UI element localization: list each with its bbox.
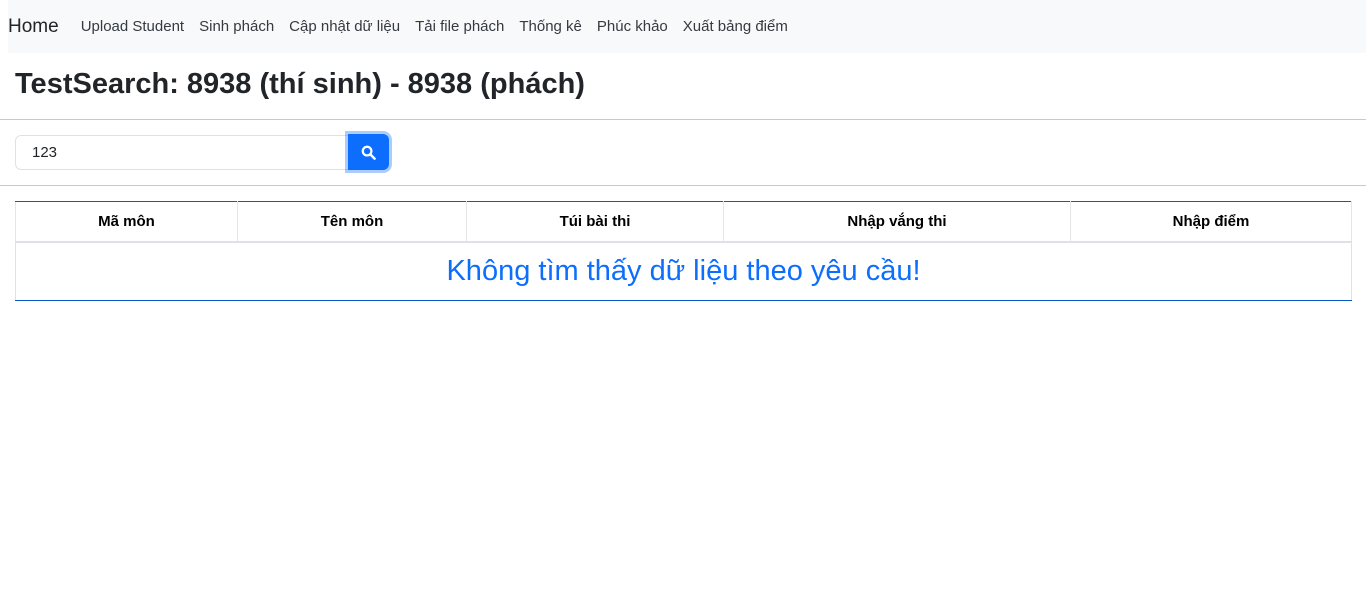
nav-link-thong-ke[interactable]: Thống kê (519, 18, 582, 35)
nav-link-xuat-bang-diem[interactable]: Xuất bảng điểm (683, 18, 788, 35)
column-header-nhap-diem: Nhập điểm (1070, 201, 1352, 243)
table-header-row: Mã môn Tên môn Túi bài thi Nhập vắng thi… (15, 201, 1352, 243)
nav-link-upload-student[interactable]: Upload Student (81, 18, 184, 35)
nav-link-phuc-khao[interactable]: Phúc khảo (597, 18, 668, 35)
column-header-nhap-vang-thi: Nhập vắng thi (723, 201, 1071, 243)
column-header-tui-bai-thi: Túi bài thi (466, 201, 724, 243)
subjects-table-container: Mã môn Tên môn Túi bài thi Nhập vắng thi… (15, 201, 1352, 301)
search-icon (361, 145, 376, 160)
column-header-ten-mon: Tên môn (237, 201, 467, 243)
empty-message: Không tìm thấy dữ liệu theo yêu cầu! (15, 242, 1352, 301)
divider (0, 185, 1366, 186)
search-group (15, 134, 389, 170)
home-link[interactable]: Home (8, 16, 59, 38)
search-input[interactable] (15, 135, 348, 170)
column-header-ma-mon: Mã môn (15, 201, 238, 243)
table-row: Không tìm thấy dữ liệu theo yêu cầu! (15, 242, 1352, 301)
search-button[interactable] (348, 134, 389, 170)
subjects-table: Mã môn Tên môn Túi bài thi Nhập vắng thi… (15, 201, 1352, 301)
nav-link-sinh-phach[interactable]: Sinh phách (199, 18, 274, 35)
nav-link-cap-nhat-du-lieu[interactable]: Cập nhật dữ liệu (289, 18, 400, 35)
divider (0, 119, 1366, 120)
page-title: TestSearch: 8938 (thí sinh) - 8938 (phác… (15, 68, 585, 100)
navbar: Home Upload Student Sinh phách Cập nhật … (8, 0, 1366, 53)
nav-links: Upload Student Sinh phách Cập nhật dữ li… (81, 18, 803, 35)
nav-link-tai-file-phach[interactable]: Tải file phách (415, 18, 504, 35)
